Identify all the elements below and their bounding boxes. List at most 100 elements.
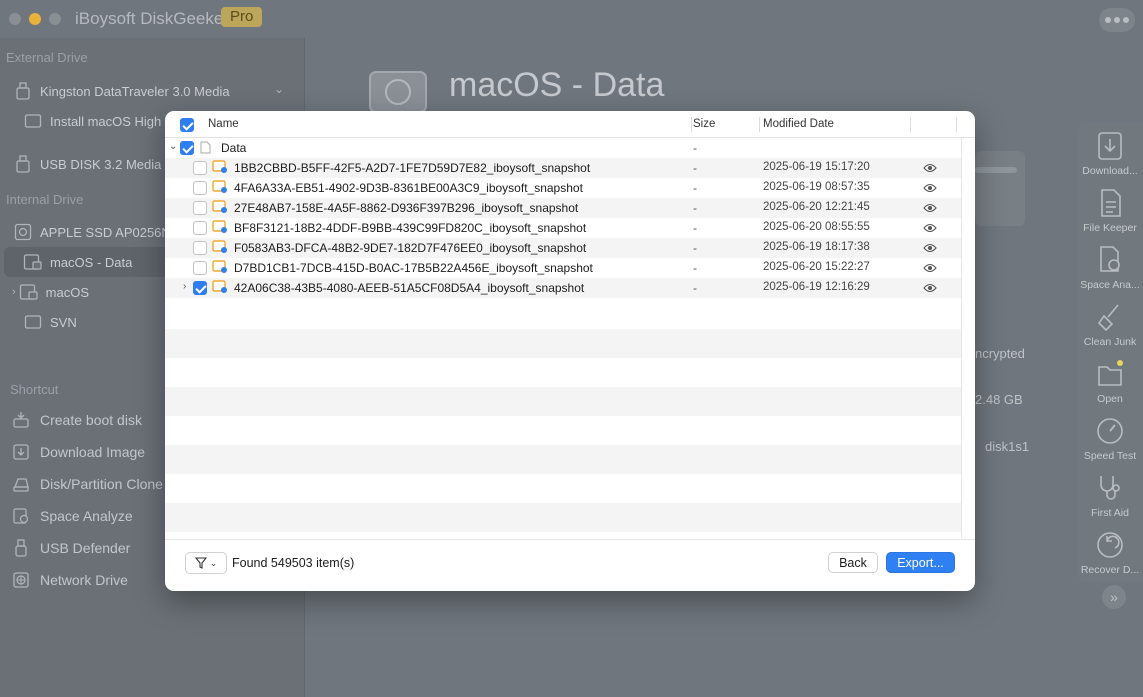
file-date: 2025-06-19 12:16:29 — [763, 281, 870, 293]
column-modified-header[interactable]: Modified Date — [763, 118, 834, 130]
close-window-button[interactable] — [9, 13, 21, 25]
shortcut-disk-partition-clone[interactable]: Disk/Partition Clone — [10, 470, 163, 498]
tool-download[interactable]: Download... — [1077, 125, 1143, 181]
preview-eye-icon[interactable] — [923, 242, 937, 256]
tool-recover[interactable]: Recover D... — [1077, 524, 1143, 580]
sidebar-item-label: Install macOS High S — [50, 113, 174, 129]
table-row[interactable]: D7BD1CB1-7DCB-415D-B0AC-17B5B22A456E_ibo… — [165, 258, 961, 278]
folder-row-data[interactable]: ⌄ Data - — [165, 138, 961, 158]
sidebar-item-label: USB DISK 3.2 Media — [40, 156, 162, 172]
zoom-window-button[interactable] — [49, 13, 61, 25]
preview-eye-icon[interactable] — [923, 262, 937, 276]
sidebar-item-label: APPLE SSD AP0256N — [40, 224, 171, 240]
table-row[interactable]: F0583AB3-DFCA-48B2-9DE7-182D7F476EE0_ibo… — [165, 238, 961, 258]
preview-eye-icon[interactable] — [923, 222, 937, 236]
expand-toolbar-button[interactable]: » — [1102, 585, 1126, 609]
preview-eye-icon[interactable] — [923, 282, 937, 296]
tool-label: Recover D... — [1080, 564, 1140, 576]
shortcut-label-text: Space Analyze — [40, 508, 133, 524]
file-date: 2025-06-19 15:17:20 — [763, 161, 870, 173]
file-date: 2025-06-20 15:22:27 — [763, 261, 870, 273]
table-row[interactable]: 1BB2CBBD-B5FF-42F5-A2D7-1FE7D59D7E82_ibo… — [165, 158, 961, 178]
volume-icon — [22, 252, 44, 272]
folder-name: Data — [221, 141, 247, 155]
page-title: macOS - Data — [449, 66, 665, 104]
file-size: - — [693, 201, 697, 215]
table-row[interactable]: 27E48AB7-158E-4A5F-8862-D936F397B296_ibo… — [165, 198, 961, 218]
usb-defender-icon — [10, 538, 32, 558]
row-checkbox[interactable] — [193, 261, 207, 275]
row-checkbox[interactable] — [193, 181, 207, 195]
row-checkbox[interactable] — [193, 281, 207, 295]
shortcut-create-boot-disk[interactable]: Create boot disk — [10, 406, 142, 434]
download-icon — [10, 442, 32, 462]
app-title: iBoysoft DiskGeeker — [75, 9, 229, 28]
tool-label: Space Ana... — [1080, 279, 1140, 291]
stethoscope-icon — [1100, 476, 1120, 500]
preview-eye-icon[interactable] — [923, 162, 937, 176]
chevron-right-icon[interactable]: › — [12, 286, 16, 298]
shortcut-usb-defender[interactable]: USB Defender — [10, 534, 130, 562]
file-date: 2025-06-20 12:21:45 — [763, 201, 870, 213]
device-id: disk1s1 — [985, 439, 1030, 454]
tool-label: First Aid — [1091, 507, 1129, 519]
sidebar-item-label: macOS — [45, 284, 90, 300]
snapshot-file-icon — [212, 220, 228, 237]
file-date: 2025-06-19 08:57:35 — [763, 181, 870, 193]
space-analyze-icon — [10, 506, 32, 526]
file-size: - — [693, 261, 697, 275]
folder-size: - — [693, 141, 697, 155]
shortcut-network-drive[interactable]: Network Drive — [10, 566, 128, 594]
tool-file-keeper[interactable]: File Keeper — [1077, 182, 1143, 238]
minimize-window-button[interactable] — [29, 13, 41, 25]
table-row[interactable]: 4FA6A33A-EB51-4902-9D3B-8361BE00A3C9_ibo… — [165, 178, 961, 198]
row-checkbox[interactable] — [193, 161, 207, 175]
dialog-footer: ⌄ Found 549503 item(s) Back Export... — [165, 539, 975, 591]
usb-drive-icon — [12, 154, 34, 174]
tool-label: Open — [1097, 393, 1123, 405]
file-size: - — [693, 181, 697, 195]
preview-eye-icon[interactable] — [923, 202, 937, 216]
export-button[interactable]: Export... — [886, 552, 955, 573]
filter-button[interactable]: ⌄ — [185, 552, 227, 574]
shortcut-space-analyze[interactable]: Space Analyze — [10, 502, 133, 530]
shortcut-label-text: Disk/Partition Clone — [40, 476, 163, 492]
shortcut-label-text: Network Drive — [40, 572, 128, 588]
chevron-down-icon[interactable]: ⌄ — [274, 82, 284, 96]
select-all-checkbox[interactable] — [180, 118, 194, 132]
folder-icon — [1098, 360, 1123, 386]
tool-space-analyze[interactable]: Space Ana... — [1077, 239, 1143, 295]
back-button[interactable]: Back — [828, 552, 878, 573]
preview-eye-icon[interactable] — [923, 182, 937, 196]
row-checkbox[interactable] — [193, 201, 207, 215]
sidebar-item-kingston[interactable]: Kingston DataTraveler 3.0 Media ⌄ — [0, 76, 305, 106]
shortcut-label-text: USB Defender — [40, 540, 131, 556]
tool-first-aid[interactable]: First Aid — [1077, 467, 1143, 523]
file-name: D7BD1CB1-7DCB-415D-B0AC-17B5B22A456E_ibo… — [234, 261, 593, 275]
column-name-header[interactable]: Name — [208, 118, 239, 130]
row-checkbox[interactable] — [193, 241, 207, 255]
row-checkbox[interactable] — [180, 141, 194, 155]
table-row[interactable]: BF8F3121-18B2-4DDF-B9BB-439C99FD820C_ibo… — [165, 218, 961, 238]
shortcut-download-image[interactable]: Download Image — [10, 438, 145, 466]
vertical-scrollbar[interactable] — [961, 138, 975, 538]
file-date: 2025-06-20 08:55:55 — [763, 221, 870, 233]
table-row[interactable]: › 42A06C38-43B5-4080-AEEB-51A5CF08D5A4_i… — [165, 278, 961, 298]
file-size: - — [693, 161, 697, 175]
tool-clean-junk[interactable]: Clean Junk — [1077, 296, 1143, 352]
row-checkbox[interactable] — [193, 221, 207, 235]
tool-open[interactable]: Open — [1077, 353, 1143, 409]
snapshot-file-icon — [212, 160, 228, 177]
chevron-down-icon[interactable]: ⌄ — [169, 141, 177, 152]
chevron-right-icon[interactable]: › — [183, 281, 186, 292]
external-drive-label: External Drive — [6, 50, 88, 65]
speedometer-icon — [1097, 418, 1123, 444]
tool-label: File Keeper — [1083, 222, 1137, 234]
shortcut-label-text: Download Image — [40, 444, 146, 460]
tool-speed-test[interactable]: Speed Test — [1077, 410, 1143, 466]
network-drive-icon — [10, 570, 32, 590]
more-options-button[interactable] — [1099, 8, 1135, 32]
found-count: Found 549503 item(s) — [232, 556, 355, 570]
pro-badge: Pro — [221, 7, 263, 27]
column-size-header[interactable]: Size — [693, 118, 715, 130]
